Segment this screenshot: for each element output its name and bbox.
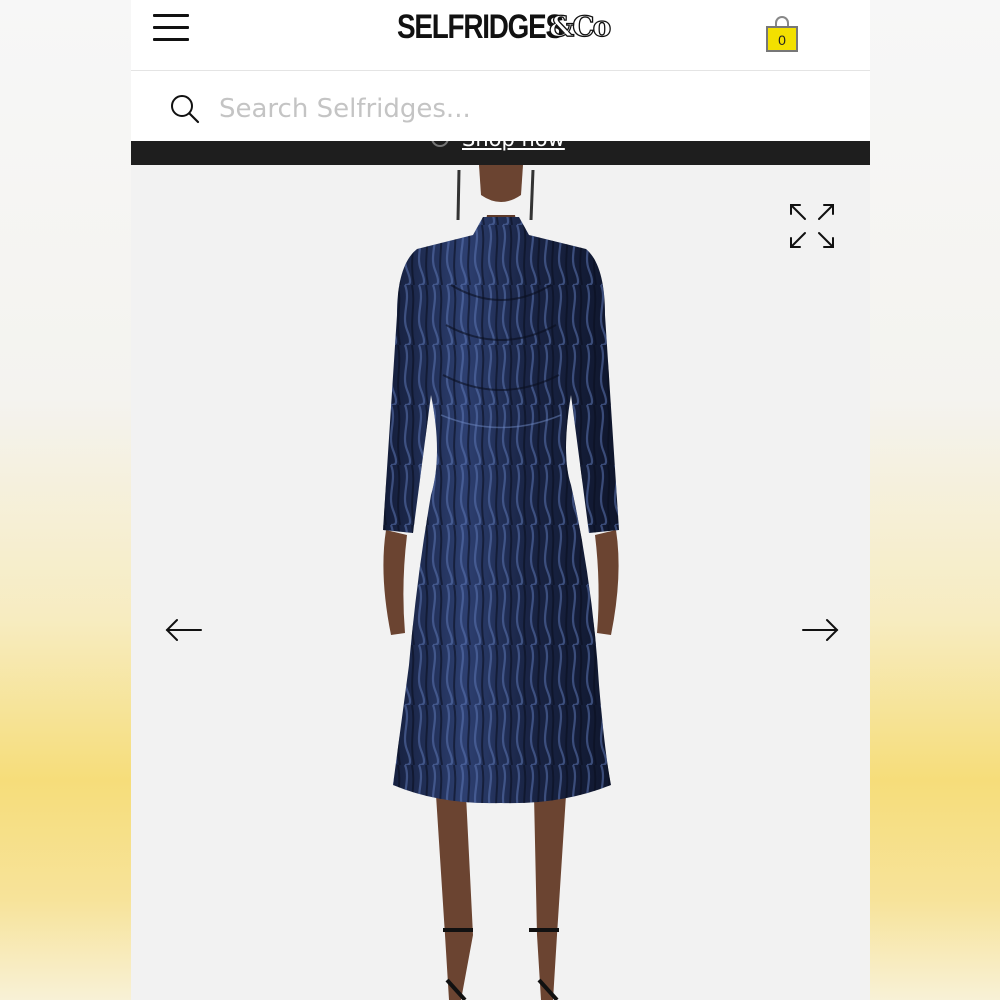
product-image-gallery[interactable] [131, 165, 870, 1000]
search-icon[interactable] [169, 93, 201, 125]
shop-now-link[interactable]: Shop now [462, 141, 565, 151]
hamburger-menu-icon[interactable] [151, 12, 191, 46]
logo-co-mark: &Co [548, 9, 612, 43]
site-header: SELFRIDGES &Co 0 [131, 0, 870, 71]
mobile-viewport: SELFRIDGES &Co 0 Shop now [131, 0, 870, 1000]
promo-banner: Shop now [131, 141, 870, 165]
expand-arrows-icon[interactable] [787, 201, 837, 251]
bag-count-badge: 0 [766, 26, 798, 52]
arrow-left-icon[interactable] [164, 615, 204, 645]
promo-icon [431, 141, 449, 147]
shopping-bag-icon[interactable]: 0 [765, 16, 801, 54]
arrow-right-icon[interactable] [800, 615, 840, 645]
logo-wordmark: SELFRIDGES [397, 8, 564, 46]
search-bar [131, 71, 870, 141]
search-input[interactable] [219, 89, 819, 129]
product-image[interactable] [361, 165, 641, 1000]
selfridges-logo[interactable]: SELFRIDGES &Co [397, 8, 612, 52]
